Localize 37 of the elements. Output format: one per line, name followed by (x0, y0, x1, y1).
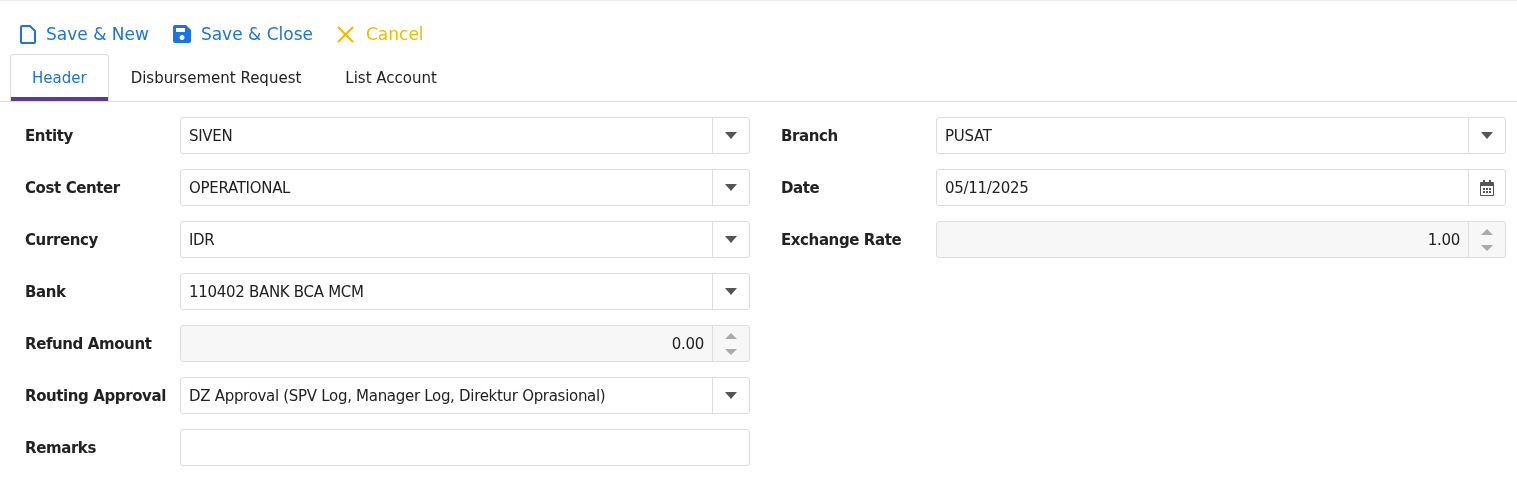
dropdown-field[interactable]: SIVEN (180, 117, 750, 154)
save-button[interactable]: Save & Close (172, 20, 313, 48)
dropdown-field[interactable]: IDR (180, 221, 750, 258)
dropdown-field[interactable]: OPERATIONAL (180, 169, 750, 206)
dropdown-field[interactable]: PUSAT (936, 117, 1506, 154)
field-label: Cost Center (25, 178, 121, 197)
field-label: Branch (781, 126, 839, 145)
field-label: Exchange Rate (781, 230, 903, 249)
number-field[interactable]: 0.00 (180, 325, 750, 362)
spinner-icon (725, 332, 737, 355)
dropdown-field[interactable]: DZ Approval (SPV Log, Manager Log, Direktur Oprasional) (180, 377, 750, 414)
caret-icon (725, 288, 737, 295)
caret-icon (1481, 132, 1493, 139)
field-label: Routing Approval (25, 386, 167, 405)
save-icon (172, 25, 191, 43)
caret-icon (725, 236, 737, 243)
save-button[interactable]: Save & New (20, 20, 149, 48)
caret-icon (725, 132, 737, 139)
dropdown-field[interactable]: 110402 BANK BCA MCM (180, 273, 750, 310)
caret-icon (725, 392, 737, 399)
close-icon (337, 25, 354, 43)
tab[interactable]: Header (10, 54, 109, 101)
date-field[interactable]: 05/11/2025 (936, 169, 1506, 206)
field-label: Bank (25, 282, 67, 301)
field-label: Remarks (25, 438, 97, 457)
text-field[interactable] (180, 429, 750, 466)
field-label: Entity (25, 126, 74, 145)
field-label: Currency (25, 230, 99, 249)
spinner-icon (1481, 228, 1493, 251)
caret-icon (725, 184, 737, 191)
tab[interactable]: Disbursement Request (108, 54, 324, 101)
document-icon (20, 24, 36, 44)
calendar-icon (1480, 179, 1494, 196)
field-label: Refund Amount (25, 334, 153, 353)
number-field[interactable]: 1.00 (936, 221, 1506, 258)
field-label: Date (781, 178, 821, 197)
tab[interactable]: List Account (323, 54, 459, 101)
